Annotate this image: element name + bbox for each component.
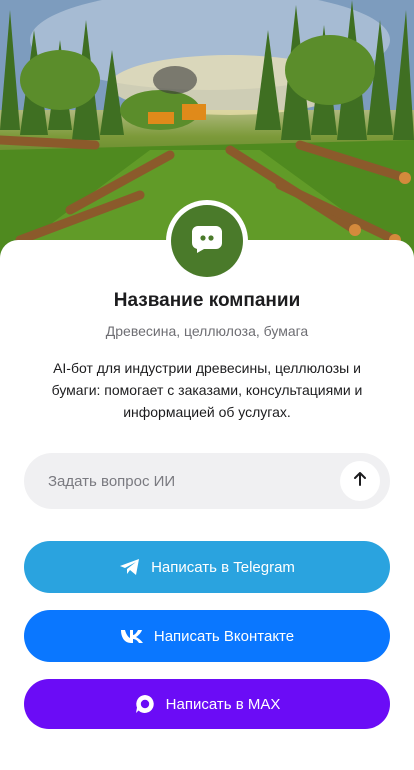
vk-button-label: Написать Вконтакте	[153, 627, 295, 645]
vk-button[interactable]: Написать Вконтакте	[24, 610, 390, 662]
company-description: AI-бот для индустрии древесины, целлюлоз…	[51, 360, 363, 420]
arrow-up-icon	[352, 471, 368, 492]
telegram-button[interactable]: Написать в Telegram	[24, 541, 390, 593]
max-icon	[134, 693, 156, 715]
send-button[interactable]	[340, 461, 380, 501]
ask-ai-input[interactable]	[48, 453, 328, 509]
max-button[interactable]: Написать в MAX	[24, 679, 390, 729]
company-avatar	[166, 200, 248, 282]
company-name: Название компании	[113, 290, 301, 311]
chat-bubble-icon	[190, 223, 224, 260]
company-subtitle: Древесина, целлюлоза, бумага	[105, 323, 309, 339]
telegram-icon	[119, 558, 141, 576]
max-button-label: Написать в MAX	[165, 695, 281, 713]
ask-ai-box	[24, 453, 390, 509]
vk-icon	[120, 629, 144, 643]
avatar	[171, 205, 243, 277]
telegram-button-label: Написать в Telegram	[151, 558, 295, 576]
